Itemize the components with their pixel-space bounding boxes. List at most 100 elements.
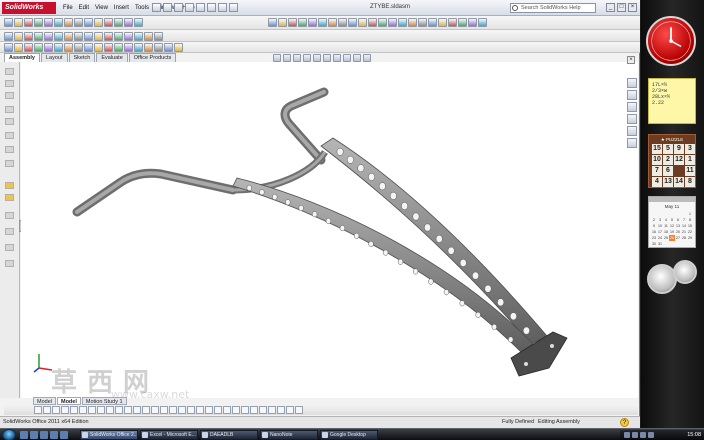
sketch-tool-icon[interactable] [114,43,123,52]
standard-tool-icon[interactable] [4,18,13,27]
view-orientation-icon[interactable] [313,54,321,62]
taskbar-button[interactable]: Excel - Microsoft E... [140,430,198,440]
standard-tool-icon[interactable] [34,18,43,27]
standard-tool-icon[interactable] [44,18,53,27]
puzzle-tile[interactable]: 8 [685,177,695,187]
calendar-day[interactable]: 31 [657,241,663,247]
sketch-tool-icon[interactable] [124,43,133,52]
new-document-icon[interactable] [152,3,161,12]
tab-evaluate[interactable]: Evaluate [96,53,128,62]
feature-tool-icon[interactable] [104,32,113,41]
previous-view-icon[interactable] [293,54,301,62]
bottom-tool-icon[interactable] [178,406,186,414]
puzzle-tile[interactable]: 9 [674,144,684,154]
sketch-tool-icon[interactable] [134,43,143,52]
save-icon[interactable] [174,3,183,12]
puzzle-tile[interactable]: 6 [663,166,673,176]
open-document-icon[interactable] [163,3,172,12]
sketch-tool-icon[interactable] [74,43,83,52]
menu-edit[interactable]: Edit [76,3,92,14]
bottom-tool-icon[interactable] [52,406,60,414]
part-icon[interactable] [5,212,14,219]
sketch-tool-icon[interactable] [64,43,73,52]
display-style-icon[interactable] [323,54,331,62]
puzzle-tile[interactable]: 5 [663,144,673,154]
standard-tool-icon[interactable] [24,18,33,27]
standard-tool-icon[interactable] [84,18,93,27]
menu-insert[interactable]: Insert [111,3,132,14]
appearances-icon[interactable] [627,126,637,136]
show-desktop-icon[interactable] [20,431,28,439]
feature-tool-icon[interactable] [24,32,33,41]
help-icon[interactable]: ? [620,418,629,427]
bottom-tool-icon[interactable] [241,406,249,414]
view-tool-icon[interactable] [398,18,407,27]
tab-layout[interactable]: Layout [41,53,68,62]
bottom-tool-icon[interactable] [133,406,141,414]
feature-tool-icon[interactable] [124,32,133,41]
bottom-tool-icon[interactable] [61,406,69,414]
puzzle-tile[interactable]: 14 [674,177,684,187]
custom-properties-icon[interactable] [627,138,637,148]
view-tool-icon[interactable] [418,18,427,27]
feature-tool-icon[interactable] [34,32,43,41]
view-tool-icon[interactable] [298,18,307,27]
feature-tree-icon[interactable] [5,68,14,75]
bottom-tool-icon[interactable] [142,406,150,414]
taskbar-button[interactable]: NanoNote [260,430,318,440]
bottom-tool-icon[interactable] [223,406,231,414]
notes-gadget[interactable]: 17L×½ 2/3×w 28Lx×½ 2.22 [648,78,696,124]
puzzle-tile[interactable]: 12 [674,155,684,165]
handle-tube-left[interactable] [72,168,238,217]
standard-tool-icon[interactable] [94,18,103,27]
bottom-tool-icon[interactable] [115,406,123,414]
part-icon[interactable] [5,228,14,235]
view-tool-icon[interactable] [268,18,277,27]
assembly-model[interactable] [21,62,638,398]
resources-icon[interactable] [627,78,637,88]
bottom-tool-icon[interactable] [232,406,240,414]
maximize-button[interactable]: □ [617,3,626,12]
puzzle-tile[interactable]: 1 [685,155,695,165]
bottom-tool-icon[interactable] [250,406,258,414]
mate-icon[interactable] [5,106,14,113]
feature-tool-icon[interactable] [54,32,63,41]
perforated-arm-lower[interactable] [232,177,534,353]
feature-tool-icon[interactable] [4,32,13,41]
bottom-tool-icon[interactable] [70,406,78,414]
volume-icon[interactable] [640,432,646,438]
view-tool-icon[interactable] [408,18,417,27]
bottom-tool-icon[interactable] [196,406,204,414]
feature-tool-icon[interactable] [84,32,93,41]
feature-tool-icon[interactable] [134,32,143,41]
bottom-tool-icon[interactable] [160,406,168,414]
bottom-tool-icon[interactable] [205,406,213,414]
sketch-tool-icon[interactable] [84,43,93,52]
zoom-to-fit-icon[interactable] [273,54,281,62]
bottom-tool-icon[interactable] [214,406,222,414]
puzzle-tile[interactable] [674,166,684,176]
folder-icon[interactable] [5,194,14,201]
part-icon[interactable] [5,260,14,267]
puzzle-tile[interactable]: 13 [663,177,673,187]
origin-icon[interactable] [5,160,14,167]
view-tool-icon[interactable] [378,18,387,27]
feature-tool-icon[interactable] [154,32,163,41]
sketch-tool-icon[interactable] [44,43,53,52]
view-tool-icon[interactable] [308,18,317,27]
feature-tool-icon[interactable] [74,32,83,41]
security-icon[interactable] [648,432,654,438]
graphics-area[interactable]: × 草西网 www.caxw.net [21,54,638,401]
sketch-tool-icon[interactable] [154,43,163,52]
feature-tool-icon[interactable] [44,32,53,41]
puzzle-tile[interactable]: 15 [652,144,662,154]
puzzle-tile[interactable]: 2 [663,155,673,165]
standard-tool-icon[interactable] [114,18,123,27]
view-tool-icon[interactable] [288,18,297,27]
view-tool-icon[interactable] [328,18,337,27]
cpu-meter-gadget[interactable] [647,260,697,296]
edit-appearance-icon[interactable] [343,54,351,62]
puzzle-tile[interactable]: 11 [685,166,695,176]
bottom-tool-icon[interactable] [169,406,177,414]
menu-view[interactable]: View [92,3,111,14]
